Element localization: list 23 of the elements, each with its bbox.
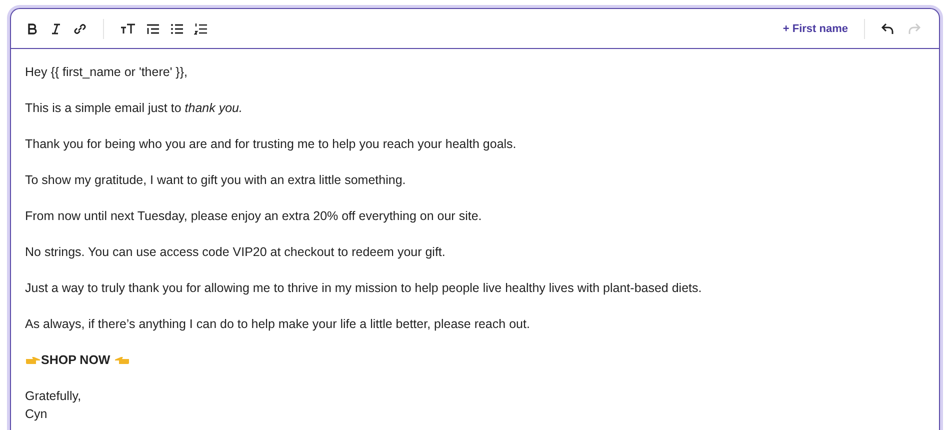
italic-icon xyxy=(49,22,63,36)
signature-line: Cyn xyxy=(25,406,48,423)
numbered-list-icon xyxy=(194,22,208,36)
paragraph: No strings. You can use access code VIP20 at checkout to redeem your gift. xyxy=(25,244,446,261)
pointing-right-hand-icon xyxy=(25,354,41,366)
signature-line: Gratefully, xyxy=(25,388,82,405)
paragraph: Hey {{ first_name or 'there' }}, xyxy=(25,64,188,81)
paragraph: Thank you for being who you are and for trusting me to help you reach your health goals. xyxy=(25,136,518,153)
indent-icon xyxy=(146,22,160,36)
paragraph: From now until next Tuesday, please enjoy an extra 20% off everything on our site. xyxy=(25,208,483,225)
paragraph: This is a simple email just to thank you. xyxy=(25,100,244,117)
shop-now-link[interactable]: SHOP NOW xyxy=(41,353,110,367)
pointing-left-hand-icon xyxy=(114,354,130,366)
text-size-icon xyxy=(120,22,136,36)
paragraph: Just a way to truly thank you for allowing me to thrive in my mission to help people live healthy lives with plant-based diets. xyxy=(25,280,703,297)
paragraph: To show my gratitude, I want to gift you with an extra little something. xyxy=(25,172,407,189)
paragraph: As always, if there’s anything I can do to help make your life a little better, please reach out. xyxy=(25,316,531,333)
insert-first-name-button[interactable]: + First name xyxy=(778,20,852,38)
bold-icon xyxy=(25,22,39,36)
link-icon xyxy=(73,22,87,36)
bullet-list-icon xyxy=(170,22,184,36)
redo-icon xyxy=(907,22,921,36)
undo-icon xyxy=(881,22,895,36)
